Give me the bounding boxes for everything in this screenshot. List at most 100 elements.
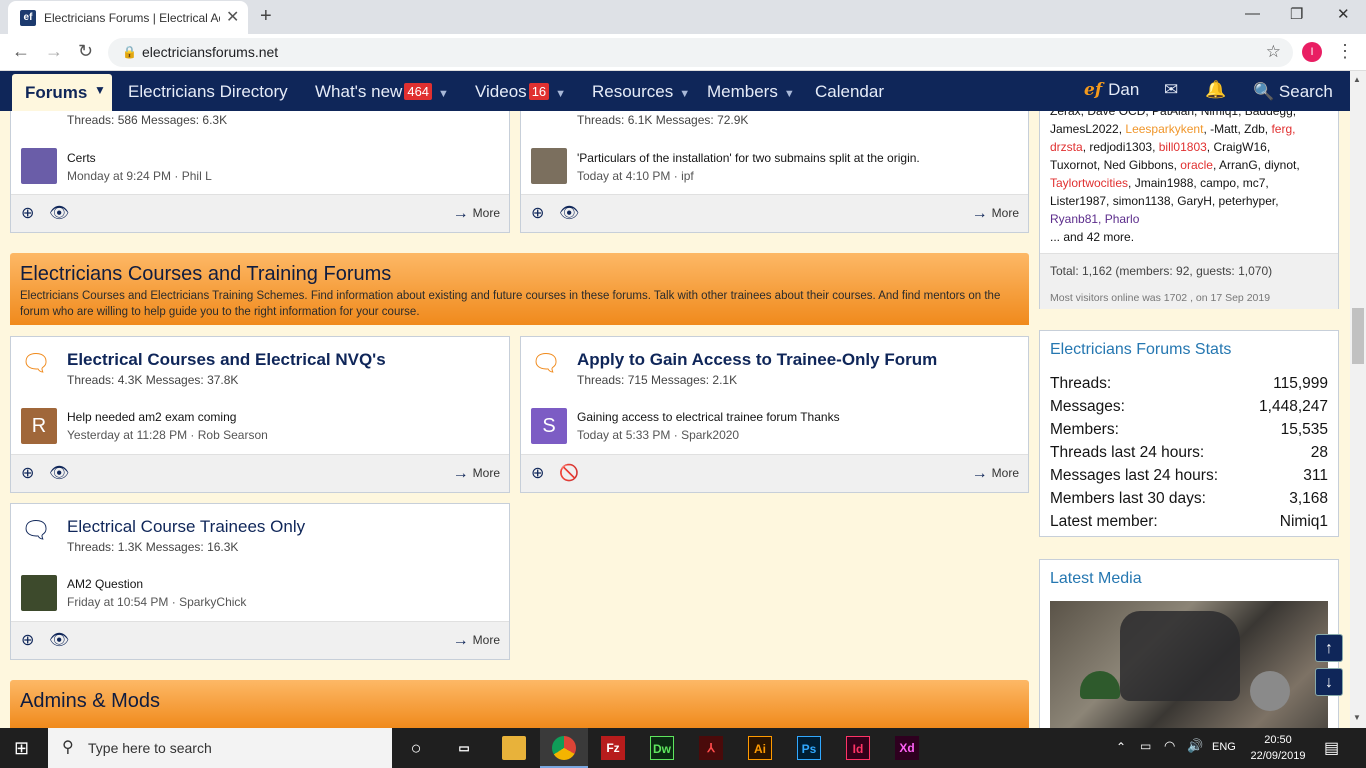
close-tab-icon[interactable]: ✕: [226, 7, 239, 27]
avatar[interactable]: R: [21, 408, 57, 444]
scroll-down-arrow-icon[interactable]: ▼: [1353, 713, 1361, 722]
back-icon[interactable]: ←: [12, 41, 30, 62]
chevron-down-icon[interactable]: ▼: [438, 88, 449, 100]
user-menu[interactable]: ef Dan: [1084, 80, 1139, 100]
acrobat-icon[interactable]: ⅄: [699, 736, 723, 760]
minimize-icon[interactable]: —: [1245, 5, 1260, 22]
volume-icon[interactable]: 🔊: [1187, 738, 1203, 754]
reload-icon[interactable]: ↻: [78, 41, 93, 62]
illustrator-icon[interactable]: Ai: [748, 736, 772, 760]
plus-circle-icon[interactable]: ⊕: [531, 463, 544, 483]
chrome-taskbar-item[interactable]: [540, 728, 588, 768]
nav-search[interactable]: 🔍 Search: [1253, 82, 1333, 102]
windows-start-icon[interactable]: ⊞: [14, 738, 29, 759]
bell-icon[interactable]: 🔔: [1205, 80, 1226, 100]
task-view-icon[interactable]: ▭: [452, 736, 476, 760]
member-link[interactable]: Tuxornot, Ned Gibbons,: [1050, 158, 1180, 172]
plus-circle-icon[interactable]: ⊕: [21, 463, 34, 483]
network-icon[interactable]: ◠: [1164, 738, 1175, 754]
window-close-icon[interactable]: ✕: [1337, 5, 1350, 23]
avatar[interactable]: [21, 575, 57, 611]
node-title[interactable]: Electrical Course Trainees Only: [67, 517, 305, 537]
nav-videos[interactable]: Videos 16 ▼: [475, 82, 566, 102]
member-link[interactable]: Taylortwocities: [1050, 176, 1128, 190]
stats-title[interactable]: Electricians Forums Stats: [1050, 341, 1231, 359]
member-link[interactable]: , Jmain1988, campo, mc7,: [1128, 176, 1269, 190]
battery-icon[interactable]: ▭: [1140, 739, 1151, 753]
latest-post-date[interactable]: Today at 5:33 PM: [577, 428, 670, 442]
input-language[interactable]: ENG: [1212, 741, 1236, 753]
scroll-bottom-button[interactable]: ↓: [1315, 668, 1343, 696]
eye-icon[interactable]: 👁: [49, 630, 69, 650]
filezilla-icon[interactable]: Fz: [601, 736, 625, 760]
bookmark-star-icon[interactable]: ☆: [1266, 42, 1281, 62]
latest-post-date[interactable]: Yesterday at 11:28 PM: [67, 428, 187, 442]
latest-post-date[interactable]: Friday at 10:54 PM: [67, 595, 168, 609]
photoshop-icon[interactable]: Ps: [797, 736, 821, 760]
plus-circle-icon[interactable]: ⊕: [531, 203, 544, 223]
node-title[interactable]: Electrical Courses and Electrical NVQ's: [67, 350, 386, 370]
more-link[interactable]: → More: [453, 465, 500, 483]
nav-whats-new[interactable]: What's new 464 ▼: [315, 82, 449, 102]
cortana-icon[interactable]: ○: [404, 736, 428, 760]
category-title[interactable]: Electricians Courses and Training Forums: [20, 263, 391, 286]
member-link[interactable]: , -Matt, Zdb,: [1203, 122, 1271, 136]
maximize-icon[interactable]: ❐: [1290, 5, 1303, 23]
new-tab-icon[interactable]: +: [260, 5, 272, 28]
latest-post-title[interactable]: Help needed am2 exam coming: [67, 410, 236, 424]
latest-post-title[interactable]: 'Particulars of the installation' for tw…: [577, 151, 920, 165]
member-link[interactable]: JamesL2022,: [1050, 122, 1125, 136]
node-title[interactable]: Apply to Gain Access to Trainee-Only For…: [577, 350, 937, 370]
member-link[interactable]: oracle: [1180, 158, 1213, 172]
more-members-link[interactable]: ... and 42 more.: [1050, 228, 1332, 246]
member-link[interactable]: ferg,: [1271, 122, 1295, 136]
nav-members[interactable]: Members ▼: [707, 82, 795, 102]
avatar[interactable]: [21, 148, 57, 184]
nav-tab-forums[interactable]: Forums ▼: [12, 74, 112, 111]
avatar[interactable]: S: [531, 408, 567, 444]
member-link[interactable]: , ArranG, diynot,: [1213, 158, 1300, 172]
inbox-icon[interactable]: ✉: [1164, 80, 1178, 100]
category-title[interactable]: Admins & Mods: [20, 690, 160, 713]
file-explorer-icon[interactable]: [502, 736, 526, 760]
url-text[interactable]: electriciansforums.net: [142, 44, 278, 60]
chevron-down-icon[interactable]: ▼: [784, 88, 795, 100]
chevron-down-icon[interactable]: ▼: [679, 88, 690, 100]
avatar[interactable]: [531, 148, 567, 184]
more-link[interactable]: → More: [453, 205, 500, 223]
latest-post-user[interactable]: Spark2020: [681, 428, 739, 442]
scroll-top-button[interactable]: ↑: [1315, 634, 1343, 662]
member-link[interactable]: Leesparkykent: [1125, 122, 1203, 136]
scroll-up-arrow-icon[interactable]: ▲: [1353, 75, 1361, 84]
eye-slash-icon[interactable]: 🚫: [559, 463, 579, 483]
latest-post-title[interactable]: Certs: [67, 151, 96, 165]
latest-post-user[interactable]: Phil L: [182, 169, 212, 183]
nav-resources[interactable]: Resources ▼: [592, 82, 690, 102]
eye-icon[interactable]: 👁: [49, 463, 69, 483]
online-members-line[interactable]: Lister1987, simon1138, GaryH, peterhyper…: [1050, 192, 1332, 210]
forward-icon[interactable]: →: [45, 41, 63, 62]
lock-icon[interactable]: 🔒: [122, 45, 137, 59]
system-tray-chevron-icon[interactable]: ⌃: [1116, 740, 1126, 754]
latest-media-title[interactable]: Latest Media: [1050, 570, 1142, 588]
indesign-icon[interactable]: Id: [846, 736, 870, 760]
latest-post-title[interactable]: AM2 Question: [67, 577, 143, 591]
chevron-down-icon[interactable]: ▼: [555, 88, 566, 100]
more-link[interactable]: → More: [972, 465, 1019, 483]
clock[interactable]: 20:50 22/09/2019: [1250, 732, 1306, 764]
latest-post-title[interactable]: Gaining access to electrical trainee for…: [577, 410, 840, 424]
latest-post-user[interactable]: ipf: [681, 169, 694, 183]
media-thumbnail[interactable]: [1050, 601, 1328, 728]
eye-icon[interactable]: 👁: [49, 203, 69, 223]
browser-menu-icon[interactable]: ⋮: [1336, 41, 1354, 62]
online-members-line[interactable]: Ryanb81, Pharlo: [1050, 210, 1332, 228]
address-bar[interactable]: 🔒 electriciansforums.net ☆: [108, 38, 1293, 67]
more-link[interactable]: → More: [453, 632, 500, 650]
latest-post-date[interactable]: Monday at 9:24 PM: [67, 169, 171, 183]
plus-circle-icon[interactable]: ⊕: [21, 630, 34, 650]
profile-avatar[interactable]: I: [1302, 42, 1322, 62]
more-link[interactable]: → More: [972, 205, 1019, 223]
member-link[interactable]: drzsta: [1050, 140, 1083, 154]
taskbar-search[interactable]: ⚲ Type here to search: [48, 728, 392, 768]
nav-directory[interactable]: Electricians Directory: [128, 82, 288, 102]
